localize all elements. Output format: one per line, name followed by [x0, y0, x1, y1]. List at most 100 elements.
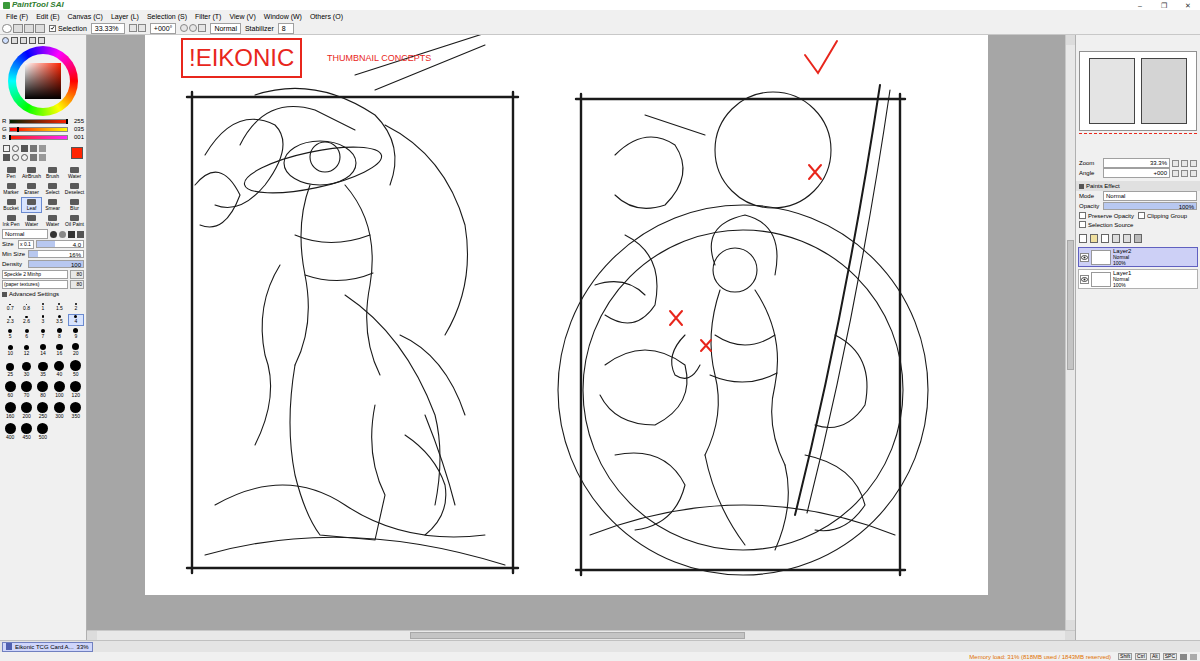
- brush-size-button[interactable]: 10: [2, 342, 18, 358]
- brush-size-button[interactable]: 80: [35, 380, 51, 400]
- brush-size-button[interactable]: 5: [2, 327, 18, 341]
- scroll-thumb[interactable]: [410, 632, 745, 639]
- brush-size-button[interactable]: 0.7: [2, 301, 18, 313]
- tool-button[interactable]: Ink Pen: [1, 213, 21, 229]
- brush-size-button[interactable]: 300: [51, 401, 67, 421]
- brush-size-button[interactable]: 3.5: [51, 314, 67, 326]
- blend-dropdown[interactable]: Normal: [210, 23, 241, 34]
- slider-handle[interactable]: [17, 127, 19, 132]
- navigator-field[interactable]: 33.3%: [1103, 158, 1170, 168]
- texture-dropdown[interactable]: (paper textures): [2, 280, 68, 289]
- brush-size-button[interactable]: 350: [68, 401, 84, 421]
- brush-size-button[interactable]: 1: [35, 301, 51, 313]
- setting-bar[interactable]: 16%: [28, 250, 84, 258]
- brush-size-button[interactable]: 2.6: [18, 314, 34, 326]
- tool-button[interactable]: Eraser: [21, 181, 42, 197]
- angle-field[interactable]: +000°: [150, 23, 177, 34]
- color-wheel[interactable]: [8, 46, 78, 116]
- brush-size-button[interactable]: 100: [51, 380, 67, 400]
- checkbox[interactable]: [49, 25, 56, 32]
- slider-handle[interactable]: [66, 119, 68, 124]
- brush-mode-dropdown[interactable]: Normal: [2, 229, 48, 239]
- slider-track[interactable]: [9, 127, 68, 132]
- brush-size-button[interactable]: 8: [51, 327, 67, 341]
- navigator-field[interactable]: +000: [1103, 168, 1170, 178]
- brush-size-button[interactable]: 500: [35, 422, 51, 442]
- layer-option[interactable]: Preserve Opacity: [1079, 212, 1134, 219]
- tool-button[interactable]: Deselect: [63, 181, 86, 197]
- tool-button[interactable]: Bucket: [1, 197, 21, 213]
- tool-button[interactable]: Pen: [1, 165, 21, 181]
- brush-size-button[interactable]: 4: [68, 314, 84, 326]
- canvas-view[interactable]: !EIKONIC THUMBNAIL CONCEPTS: [87, 35, 1065, 630]
- advanced-settings[interactable]: Advanced Settings: [9, 291, 59, 297]
- scroll-left-button[interactable]: [87, 631, 97, 640]
- opacity-bar[interactable]: 100%: [1103, 202, 1197, 210]
- slider-handle[interactable]: [9, 135, 11, 140]
- menu-item[interactable]: Filter (T): [191, 13, 225, 20]
- layer-option[interactable]: Selection Source: [1079, 221, 1133, 228]
- layer-option[interactable]: Clipping Group: [1138, 212, 1187, 219]
- brush-size-button[interactable]: 2: [68, 301, 84, 313]
- tool-button[interactable]: Brush: [42, 165, 63, 181]
- tool-button[interactable]: Oil Paint: [63, 213, 86, 229]
- tool-button[interactable]: Leaf: [21, 197, 42, 213]
- tool-button[interactable]: Water: [42, 213, 63, 229]
- brush-size-button[interactable]: 450: [18, 422, 34, 442]
- brush-size-button[interactable]: 7: [35, 327, 51, 341]
- brush-size-button[interactable]: 6: [18, 327, 34, 341]
- brush-size-button[interactable]: 400: [2, 422, 18, 442]
- horizontal-scrollbar[interactable]: [87, 630, 1075, 640]
- brush-size-button[interactable]: 16: [51, 342, 67, 358]
- brush-size-button[interactable]: 9: [68, 327, 84, 341]
- layer-mode-dropdown[interactable]: Normal: [1103, 191, 1197, 201]
- stabilizer-dropdown[interactable]: 8: [278, 23, 294, 34]
- layer-row[interactable]: Layer2Normal100%: [1078, 247, 1198, 267]
- minimize-button[interactable]: –: [1128, 0, 1152, 10]
- setting-bar[interactable]: 4.0: [36, 240, 84, 248]
- brush-size-button[interactable]: 25: [2, 359, 18, 379]
- slider-track[interactable]: [9, 135, 68, 140]
- paper[interactable]: !EIKONIC THUMBNAIL CONCEPTS: [145, 35, 988, 595]
- brush-size-button[interactable]: 3: [35, 314, 51, 326]
- brush-size-button[interactable]: 160: [2, 401, 18, 421]
- restore-button[interactable]: ❐: [1152, 0, 1176, 10]
- visibility-toggle[interactable]: [1080, 275, 1089, 284]
- menu-item[interactable]: Canvas (C): [64, 13, 107, 20]
- menu-item[interactable]: Selection (S): [143, 13, 191, 20]
- shape-dropdown[interactable]: Speckle 2 Minhp: [2, 270, 68, 279]
- vertical-scrollbar[interactable]: [1065, 35, 1075, 630]
- tool-button[interactable]: Blur: [63, 197, 86, 213]
- tool-button[interactable]: Water: [63, 165, 86, 181]
- slider-track[interactable]: [9, 119, 68, 124]
- brush-size-button[interactable]: 12: [18, 342, 34, 358]
- close-button[interactable]: ✕: [1176, 0, 1200, 10]
- scroll-right-button[interactable]: [1065, 631, 1075, 640]
- brush-size-button[interactable]: 14: [35, 342, 51, 358]
- brush-size-button[interactable]: 0.8: [18, 301, 34, 313]
- layer-row[interactable]: Layer1Normal100%: [1078, 269, 1198, 289]
- menu-item[interactable]: Others (O): [306, 13, 347, 20]
- brush-size-button[interactable]: 40: [51, 359, 67, 379]
- scroll-down-button[interactable]: [1066, 620, 1075, 630]
- checkbox[interactable]: [1079, 221, 1086, 228]
- scroll-up-button[interactable]: [1066, 35, 1075, 45]
- brush-size-button[interactable]: 35: [35, 359, 51, 379]
- setting-bar[interactable]: 100: [28, 260, 84, 268]
- color-square[interactable]: [25, 63, 61, 99]
- tool-button[interactable]: AirBrush: [21, 165, 42, 181]
- menu-item[interactable]: File (F): [2, 13, 32, 20]
- brush-size-button[interactable]: 200: [18, 401, 34, 421]
- visibility-toggle[interactable]: [1080, 253, 1089, 262]
- menu-item[interactable]: Layer (L): [107, 13, 143, 20]
- texture-strength[interactable]: 80: [70, 280, 84, 289]
- scroll-thumb[interactable]: [1067, 240, 1074, 370]
- brush-size-button[interactable]: 1.5: [51, 301, 67, 313]
- brush-size-button[interactable]: 60: [2, 380, 18, 400]
- navigator-preview[interactable]: [1079, 51, 1197, 131]
- zoom-field[interactable]: 33.33%: [91, 23, 125, 34]
- shape-strength[interactable]: 80: [70, 270, 84, 279]
- menu-item[interactable]: Edit (E): [32, 13, 63, 20]
- tool-button[interactable]: Water: [21, 213, 42, 229]
- tool-button[interactable]: Smear: [42, 197, 63, 213]
